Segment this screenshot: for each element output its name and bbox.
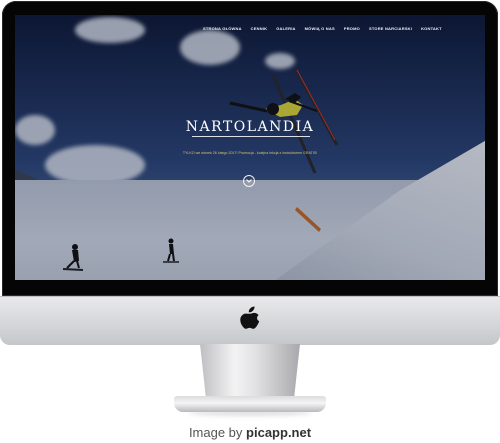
nav-item-ski-store[interactable]: STORE NARCIARSKI (369, 26, 412, 36)
title-underline (192, 136, 310, 137)
apple-logo-icon (240, 306, 260, 329)
image-credit: Image by picapp.net (0, 425, 500, 440)
chevron-down-icon (246, 179, 252, 183)
nav-item-gallery[interactable]: GALERIA (276, 26, 295, 36)
credit-brand[interactable]: picapp.net (246, 425, 311, 440)
monitor-stand-neck (200, 344, 300, 399)
imac-mockup: STRONA GŁÓWNA CENNIK GALERIA MÓWIĄ O NAS… (0, 0, 500, 443)
screen-overlay (15, 15, 485, 280)
nav-item-promo[interactable]: PROMO (344, 26, 360, 36)
promo-tagline: TYLKO we wtorek 26 lutego 2017! Promocja… (182, 151, 318, 155)
nav-item-testimonials[interactable]: MÓWIĄ O NAS (305, 26, 335, 36)
scroll-down-button[interactable] (243, 175, 255, 187)
credit-prefix: Image by (188, 425, 243, 440)
nav-item-pricing[interactable]: CENNIK (251, 26, 268, 36)
nav-item-home[interactable]: STRONA GŁÓWNA (203, 26, 242, 36)
website-nav: STRONA GŁÓWNA CENNIK GALERIA MÓWIĄ O NAS… (203, 26, 442, 36)
monitor-stand-base (174, 396, 326, 412)
nav-item-contact[interactable]: KONTAKT (421, 26, 442, 36)
site-title: NARTOLANDIA (185, 119, 315, 135)
website-screen: STRONA GŁÓWNA CENNIK GALERIA MÓWIĄ O NAS… (15, 15, 485, 280)
